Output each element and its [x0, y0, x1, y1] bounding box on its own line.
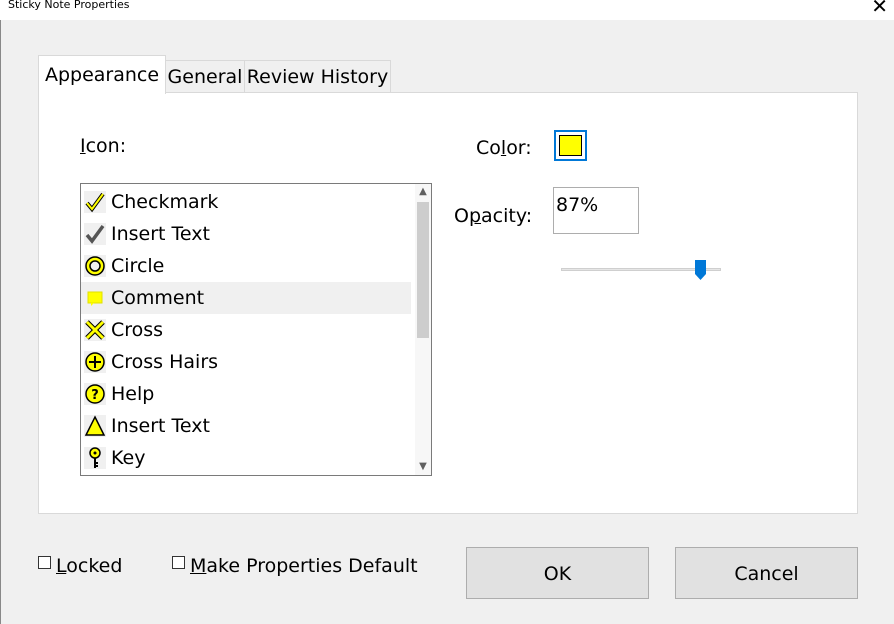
make-default-checkbox-box[interactable]: [172, 556, 185, 569]
list-item[interactable]: Cross: [81, 314, 411, 346]
opacity-input[interactable]: 87%: [553, 187, 639, 234]
scrollbar-thumb[interactable]: [417, 202, 429, 338]
appearance-panel: Icon: Checkmark Insert Text Circle Comme…: [38, 92, 858, 514]
listbox-scrollbar[interactable]: ▲ ▼: [415, 184, 431, 475]
list-item[interactable]: Key: [81, 442, 411, 474]
icon-listbox[interactable]: Checkmark Insert Text Circle Comment Cro…: [80, 183, 432, 476]
svg-text:?: ?: [91, 388, 99, 403]
icon-label: Icon:: [80, 135, 127, 157]
list-item[interactable]: Insert Text: [81, 410, 411, 442]
scroll-up-icon[interactable]: ▲: [415, 184, 431, 200]
list-item-selected[interactable]: Comment: [81, 282, 411, 314]
checkmark-icon: [84, 191, 106, 213]
make-default-checkbox[interactable]: Make Properties Default: [172, 555, 418, 577]
list-item[interactable]: Insert Text: [81, 218, 411, 250]
tab-appearance[interactable]: Appearance: [38, 55, 166, 94]
dialog-border: [0, 20, 1, 624]
scroll-down-icon[interactable]: ▼: [415, 459, 431, 475]
ok-button[interactable]: OK: [466, 547, 649, 599]
key-icon: [84, 447, 106, 469]
list-item[interactable]: Cross Hairs: [81, 346, 411, 378]
insert-triangle-icon: [84, 415, 106, 437]
circle-icon: [84, 255, 106, 277]
tab-general[interactable]: General: [164, 60, 246, 93]
crosshairs-icon: [84, 351, 106, 373]
close-icon[interactable]: ✕: [871, 0, 888, 18]
slider-thumb[interactable]: [694, 260, 706, 280]
color-swatch: [559, 135, 582, 156]
locked-checkbox-box[interactable]: [38, 556, 51, 569]
list-item[interactable]: Circle: [81, 250, 411, 282]
title-bar: Sticky Note Properties ✕: [0, 0, 894, 20]
list-item[interactable]: ? Help: [81, 378, 411, 410]
list-item[interactable]: Checkmark: [81, 186, 411, 218]
cross-icon: [84, 319, 106, 341]
opacity-label: Opacity:: [454, 205, 533, 227]
locked-checkbox[interactable]: Locked: [38, 555, 122, 577]
window-title: Sticky Note Properties: [8, 0, 130, 11]
cancel-button[interactable]: Cancel: [675, 547, 858, 599]
color-picker-button[interactable]: [554, 130, 587, 161]
opacity-slider[interactable]: [561, 258, 721, 282]
comment-icon: [84, 287, 106, 309]
tab-review-history[interactable]: Review History: [244, 60, 391, 93]
help-icon: ?: [84, 383, 106, 405]
checkmark-gray-icon: [84, 223, 106, 245]
color-label: Color:: [476, 137, 532, 159]
